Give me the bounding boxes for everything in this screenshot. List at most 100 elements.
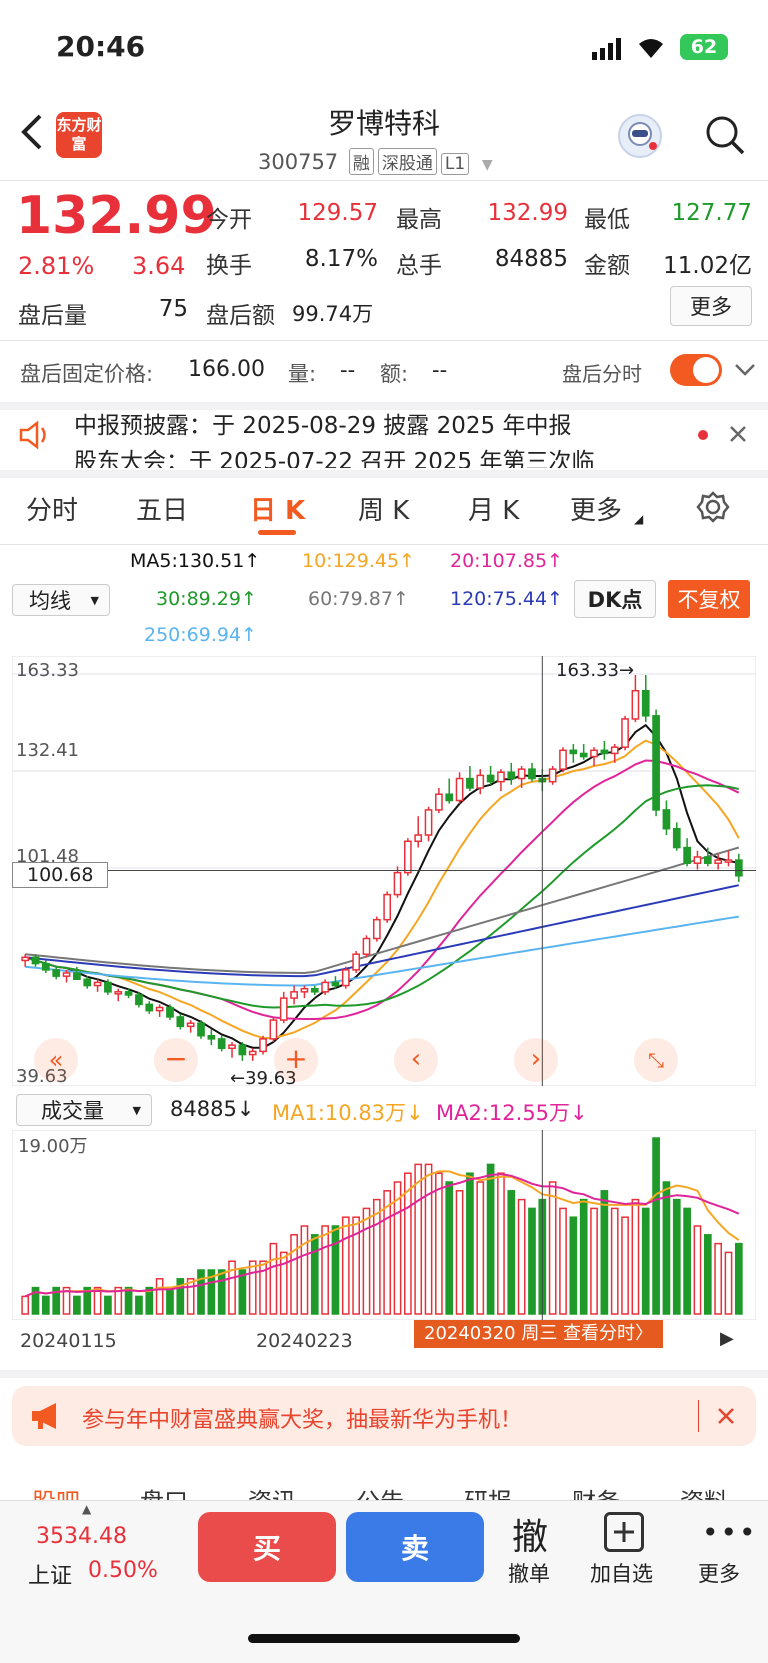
add-watchlist-label[interactable]: 加自选 [590, 1558, 653, 1588]
more-dots-icon[interactable]: ••• [702, 1516, 758, 1549]
ah-amt-value: -- [432, 358, 448, 382]
candle [362, 935, 371, 958]
candlestick-chart[interactable] [12, 656, 756, 1086]
cancel-order-label[interactable]: 撤单 [508, 1558, 550, 1588]
after-volume-label: 盘后量 [18, 303, 87, 329]
home-indicator [248, 1634, 520, 1643]
volume-bar [672, 1198, 681, 1315]
fixed-price-label: 盘后固定价格: [20, 362, 154, 386]
tab-intraday[interactable]: 分时 [26, 490, 78, 527]
rewind-icon[interactable]: « [34, 1038, 78, 1082]
tag-level: L1 [440, 153, 470, 175]
y-label-mid: 132.41 [16, 740, 79, 761]
tab-guba[interactable]: 股吧 [32, 1482, 80, 1500]
volume-bar [445, 1181, 454, 1315]
after-hours-toggle[interactable] [670, 354, 722, 386]
search-icon[interactable] [704, 114, 746, 160]
volume-bar [517, 1198, 526, 1315]
close-icon[interactable] [716, 1406, 736, 1430]
no-adjust-button[interactable]: 不复权 [668, 580, 750, 618]
stock-code-row: 300757 融深股通 L1 ▼ [258, 148, 493, 175]
candle [197, 1020, 205, 1039]
date-label-2: 20240223 [256, 1330, 353, 1352]
chevron-left-icon[interactable]: ‹ [394, 1038, 438, 1082]
stock-code: 300757 [258, 150, 339, 174]
cursor-date-button[interactable]: 20240320 周三 查看分时〉 [414, 1320, 664, 1348]
cancel-order-icon[interactable]: 撤 [512, 1508, 548, 1560]
ah-vol-label: 量: [288, 362, 317, 386]
candle [269, 1016, 278, 1043]
tab-five-day[interactable]: 五日 [136, 490, 188, 527]
open-label: 今开 [206, 207, 252, 233]
chevron-right-icon[interactable]: › [514, 1038, 558, 1082]
status-time: 20:46 [56, 30, 146, 63]
play-icon[interactable]: ▶ [720, 1328, 734, 1349]
volume-bar [197, 1269, 205, 1315]
add-watchlist-icon[interactable] [604, 1512, 644, 1552]
buy-button[interactable]: 买 [198, 1512, 336, 1582]
after-amount-label: 盘后额 [206, 303, 275, 329]
volume-bar [714, 1242, 722, 1315]
low-value: 127.77 [671, 200, 752, 226]
turnover-value: 8.17% [304, 246, 378, 272]
volume-ma2: MA2:12.55万↓ [436, 1101, 588, 1125]
index-value[interactable]: 3534.48 [36, 1524, 127, 1549]
zoom-out-icon[interactable]: − [154, 1038, 198, 1082]
volume-bar [321, 1225, 329, 1315]
zoom-in-icon[interactable]: + [274, 1038, 318, 1082]
tab-research[interactable]: 研报 [464, 1482, 512, 1500]
tab-weekly-k[interactable]: 周 K [358, 490, 409, 527]
tab-daily-k[interactable]: 日 K [250, 490, 305, 527]
volume-bar [279, 1251, 288, 1315]
ma5-value: MA5:130.51↑ [130, 550, 261, 572]
notice-text[interactable]: 中报预披露：于 2025-08-29 披露 2025 年中报 股东大会：于 20… [74, 408, 674, 468]
volume-chart[interactable] [12, 1130, 756, 1320]
volume-bar [455, 1190, 464, 1315]
ma-selector[interactable]: 均线 ▼ [12, 584, 110, 616]
volume-bar [73, 1295, 81, 1315]
notice-line-1: 中报预披露：于 2025-08-29 披露 2025 年中报 [74, 413, 572, 439]
dk-point-button[interactable]: DK点 [574, 580, 656, 618]
tab-profile[interactable]: 资料 [680, 1482, 728, 1500]
tab-pankou[interactable]: 盘口 [140, 1482, 188, 1500]
volume-bar [124, 1286, 133, 1315]
candle [559, 747, 567, 773]
volume-bar [404, 1172, 412, 1315]
active-tab-indicator [258, 530, 296, 535]
close-icon[interactable] [728, 424, 748, 448]
volume-bar [631, 1198, 640, 1315]
after-volume-value: 75 [158, 296, 188, 322]
volume-bar [341, 1216, 350, 1315]
gear-icon[interactable] [696, 490, 730, 528]
change-amount: 3.64 [132, 252, 186, 280]
fullscreen-icon[interactable]: ⤡ [634, 1038, 678, 1082]
volume-bar [652, 1137, 660, 1315]
change-percent: 2.81% [18, 252, 95, 280]
tab-monthly-k[interactable]: 月 K [468, 490, 519, 527]
candle [383, 891, 392, 923]
chevron-down-icon[interactable]: ▼ [482, 157, 493, 173]
volume-bar [579, 1198, 588, 1315]
candle [621, 715, 629, 751]
high-label: 最高 [396, 207, 442, 233]
sell-button[interactable]: 卖 [346, 1512, 484, 1582]
robot-avatar-icon[interactable] [618, 114, 662, 158]
volume-bar [703, 1234, 712, 1315]
volume-bar [21, 1295, 30, 1315]
candle [341, 966, 350, 989]
volume-selector[interactable]: 成交量 ▼ [16, 1094, 152, 1126]
more-label[interactable]: 更多 [698, 1558, 740, 1588]
tab-finance[interactable]: 财务 [572, 1482, 620, 1500]
volume-bar [734, 1242, 743, 1315]
fixed-price-value: 166.00 [188, 357, 265, 382]
chevron-down-icon[interactable] [734, 362, 756, 381]
turnover-label: 换手 [206, 253, 252, 279]
promo-banner[interactable]: 参与年中财富盛典赢大奖，抽最新华为手机！ [12, 1386, 756, 1446]
tab-announcements[interactable]: 公告 [356, 1482, 404, 1500]
candle [548, 765, 557, 785]
more-quote-button[interactable]: 更多 [670, 286, 752, 326]
index-caret-icon: ▲ [82, 1502, 92, 1516]
tab-more[interactable]: 更多 [570, 490, 622, 527]
tab-news[interactable]: 资讯 [248, 1482, 296, 1500]
date-label-1: 20240115 [20, 1330, 117, 1352]
